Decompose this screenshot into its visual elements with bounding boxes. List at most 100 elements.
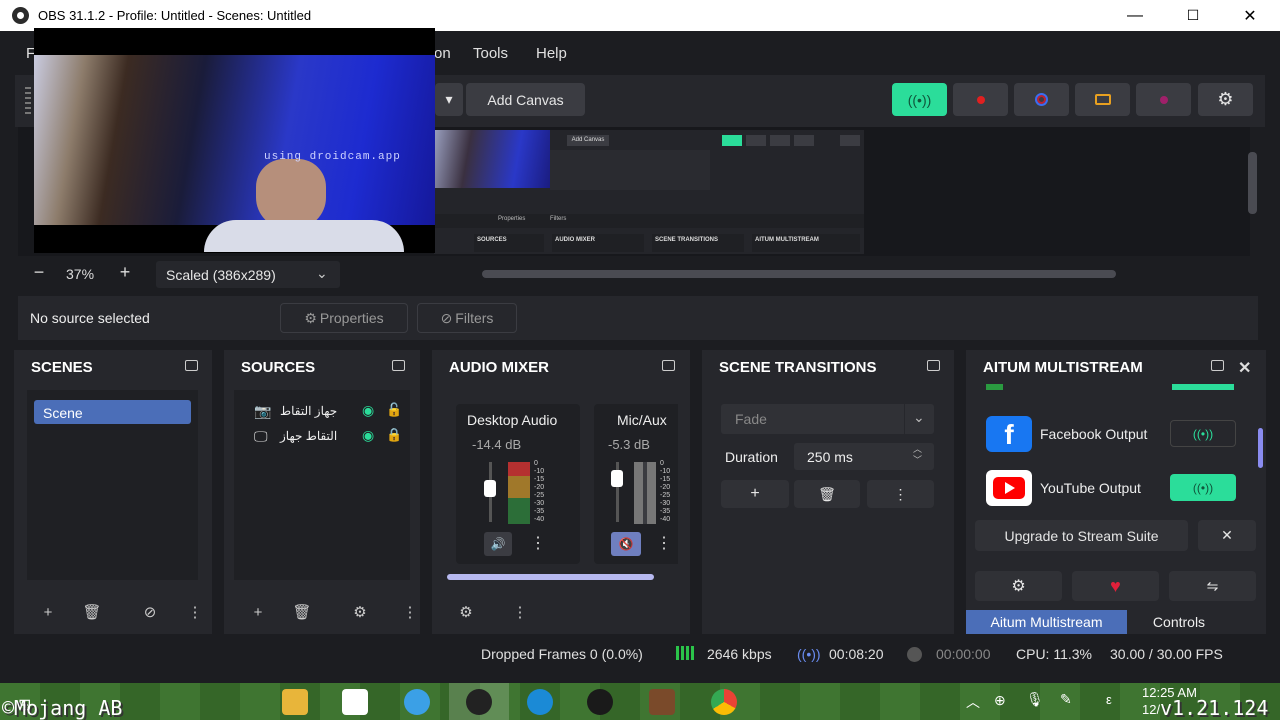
game-version-overlay: v1.21.124 — [1160, 696, 1269, 720]
lock-icon[interactable]: 🔓 — [386, 402, 402, 418]
partial-output-toggle — [1172, 384, 1234, 390]
properties-button[interactable]: ⚙ Properties — [280, 303, 408, 333]
settings-button[interactable]: ⚙ — [1198, 83, 1253, 116]
browser-icon[interactable] — [404, 689, 430, 715]
virtual-camera-button[interactable] — [1075, 83, 1130, 116]
chevron-down-icon: ⌄ — [913, 409, 925, 425]
toolbar-grip[interactable] — [25, 87, 31, 115]
more-icon[interactable]: ⋮ — [510, 600, 530, 624]
youtube-stream-toggle[interactable]: ((•)) — [1170, 474, 1236, 501]
spinner-arrows-icon[interactable]: ︿ ﹀ — [913, 444, 922, 466]
tab-aitum-multistream[interactable]: Aitum Multistream — [966, 610, 1127, 634]
audio-mixer-scrollbar[interactable] — [447, 574, 654, 580]
obs-taskbar-active[interactable] — [449, 683, 509, 720]
pen-icon[interactable]: ✎ — [1060, 691, 1072, 708]
taskbar: ⊞ ︿ ⊕ 🎙 ✎ ε 12:25 AM 12/ — [0, 683, 1280, 720]
nested-settings-button — [840, 135, 860, 146]
scale-dropdown[interactable]: Scaled (386x289) ⌄ — [156, 261, 340, 288]
record-icon — [976, 95, 985, 104]
aitum-scrollbar[interactable] — [1258, 428, 1263, 468]
speaker-icon[interactable]: 🔊 — [484, 532, 512, 556]
scene-filter-icon[interactable]: ⊘ — [136, 600, 164, 624]
menu-help[interactable]: Help — [536, 45, 567, 62]
tab-controls[interactable]: Controls — [1129, 610, 1229, 634]
undock-icon[interactable] — [662, 360, 675, 371]
minecraft-icon[interactable] — [649, 689, 675, 715]
trash-icon[interactable]: 🗑 — [288, 600, 316, 624]
stream-button[interactable]: ((•)) — [892, 83, 947, 116]
chevron-icon: ▾ — [445, 91, 453, 107]
volume-slider-handle[interactable] — [611, 470, 623, 487]
more-icon[interactable]: ⋮ — [654, 532, 674, 556]
duration-label: Duration — [725, 449, 778, 465]
gear-icon[interactable]: ⚙ — [452, 600, 480, 624]
close-button[interactable]: ✕ — [1221, 0, 1279, 31]
mute-icon[interactable]: 🔇 — [611, 532, 641, 556]
gear-icon[interactable]: ⚙ — [346, 600, 374, 624]
eye-icon[interactable]: ◉ — [362, 427, 374, 444]
trash-icon[interactable]: 🗑 — [78, 600, 106, 624]
file-explorer-icon[interactable] — [282, 689, 308, 715]
add-transition-button[interactable]: + — [721, 480, 789, 508]
undock-icon[interactable] — [1211, 360, 1224, 371]
close-icon[interactable]: ✕ — [1238, 358, 1251, 378]
source-list: 📷 جهاز التقاط ◉ 🔓 🖵 التقاط جهاز ◉ 🔒 — [234, 390, 410, 580]
facebook-stream-toggle[interactable]: ((•)) — [1170, 420, 1236, 447]
source-name: جهاز التقاط — [280, 404, 338, 418]
canvas-dropdown-button[interactable]: ▾ — [435, 83, 463, 116]
aitum-settings-button[interactable]: ⚙ — [975, 571, 1062, 601]
aitum-link-button[interactable]: ⇋ — [1169, 571, 1256, 601]
preview-horizontal-scrollbar[interactable] — [482, 270, 1116, 278]
menu-tools[interactable]: Tools — [473, 45, 508, 62]
undock-icon[interactable] — [392, 360, 405, 371]
tray-chevron-icon[interactable]: ︿ — [966, 692, 980, 712]
edge-icon[interactable] — [527, 689, 553, 715]
studio-mode-button[interactable] — [1136, 83, 1191, 116]
add-source-button[interactable]: + — [244, 600, 272, 624]
eye-icon[interactable]: ◉ — [362, 402, 374, 419]
microphone-icon[interactable]: 🎙 — [1026, 691, 1044, 708]
undock-icon[interactable] — [927, 360, 940, 371]
audio-channels: Desktop Audio -14.4 dB 0 -10 -15 -20 -25 -30-… — [446, 390, 678, 570]
replay-buffer-button[interactable] — [1014, 83, 1069, 116]
minimize-button[interactable]: — — [1106, 0, 1164, 31]
duration-value: 250 ms — [807, 449, 853, 465]
clock-date[interactable]: 12/ — [1142, 702, 1160, 717]
upgrade-button[interactable]: Upgrade to Stream Suite — [975, 520, 1188, 551]
zoom-out-button[interactable]: − — [26, 262, 52, 286]
add-scene-button[interactable]: + — [34, 600, 62, 624]
aitum-donate-button[interactable]: ♥ — [1072, 571, 1159, 601]
chrome-icon[interactable] — [711, 689, 737, 715]
network-icon[interactable]: ⊕ — [994, 692, 1006, 709]
filters-button[interactable]: ⊘ Filters — [417, 303, 517, 333]
transition-select[interactable]: Fade ⌄ — [721, 404, 934, 434]
record-time: 00:00:00 — [936, 646, 991, 662]
duration-spinbox[interactable]: 250 ms ︿ ﹀ — [794, 443, 934, 470]
person-face — [256, 159, 326, 229]
maximize-button[interactable]: ☐ — [1164, 0, 1222, 31]
nested-record-button — [746, 135, 766, 146]
source-item[interactable]: 🖵 التقاط جهاز ◉ 🔒 — [254, 427, 404, 447]
undock-icon[interactable] — [185, 360, 198, 371]
record-button[interactable] — [953, 83, 1008, 116]
cpu-usage: CPU: 11.3% — [1016, 646, 1092, 662]
trash-icon[interactable]: 🗑 — [794, 480, 860, 508]
menu-partial[interactable]: on — [434, 45, 451, 62]
more-icon[interactable]: ⋮ — [528, 532, 548, 556]
taskbar-background — [0, 683, 1280, 720]
source-item[interactable]: 📷 جهاز التقاط ◉ 🔓 — [254, 402, 404, 422]
sources-dock: SOURCES 📷 جهاز التقاط ◉ 🔓 🖵 التقاط جهاز … — [224, 350, 420, 634]
language-icon[interactable]: ε — [1106, 692, 1112, 707]
more-icon[interactable]: ⋮ — [867, 480, 934, 508]
zoom-in-button[interactable]: + — [112, 262, 138, 286]
store-icon[interactable] — [342, 689, 368, 715]
add-canvas-button[interactable]: Add Canvas — [466, 83, 585, 116]
more-icon[interactable]: ⋮ — [403, 600, 418, 624]
obs-secondary-icon[interactable] — [587, 689, 613, 715]
scene-item[interactable]: Scene — [34, 400, 191, 424]
dismiss-upgrade-button[interactable]: ✕ — [1198, 520, 1256, 551]
preview-vertical-scrollbar[interactable] — [1248, 152, 1257, 214]
lock-icon[interactable]: 🔒 — [386, 427, 402, 443]
volume-slider-handle[interactable] — [484, 480, 496, 497]
more-icon[interactable]: ⋮ — [188, 600, 203, 624]
